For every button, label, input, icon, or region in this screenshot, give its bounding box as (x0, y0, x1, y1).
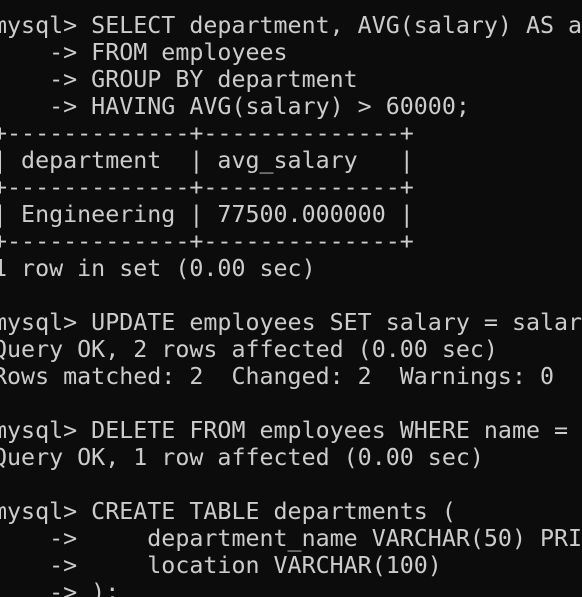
terminal-line-continuation: -> location VARCHAR(100) (0, 552, 442, 579)
terminal-window[interactable]: mysql> SELECT department, AVG(salary) AS… (0, 0, 582, 597)
terminal-output: mysql> SELECT department, AVG(salary) AS… (0, 12, 582, 597)
terminal-line-prompt: mysql> CREATE TABLE departments ( (0, 498, 456, 525)
terminal-line-continuation: -> HAVING AVG(salary) > 60000; (0, 93, 470, 120)
terminal-line-status: Query OK, 2 rows affected (0.00 sec) (0, 336, 498, 363)
result-table-border: +-------------+--------------+ (0, 120, 414, 147)
terminal-line-continuation: -> department_name VARCHAR(50) PRIM (0, 525, 582, 552)
terminal-line-continuation: -> ); (0, 579, 120, 597)
result-table-border: +-------------+--------------+ (0, 174, 414, 201)
result-table-border: +-------------+--------------+ (0, 228, 414, 255)
terminal-line-status: Query OK, 1 row affected (0.00 sec) (0, 444, 484, 471)
result-table-row: | Engineering | 77500.000000 | (0, 201, 414, 228)
terminal-line-prompt: mysql> SELECT department, AVG(salary) AS… (0, 12, 582, 39)
terminal-line-prompt: mysql> UPDATE employees SET salary = sal… (0, 309, 582, 336)
terminal-line-continuation: -> FROM employees (0, 39, 288, 66)
terminal-line-continuation: -> GROUP BY department (0, 66, 358, 93)
terminal-line-status: 1 row in set (0.00 sec) (0, 255, 316, 282)
terminal-line-status: Rows matched: 2 Changed: 2 Warnings: 0 (0, 363, 555, 390)
terminal-line-prompt: mysql> DELETE FROM employees WHERE name … (0, 417, 582, 444)
result-table-header: | department | avg_salary | (0, 147, 414, 174)
